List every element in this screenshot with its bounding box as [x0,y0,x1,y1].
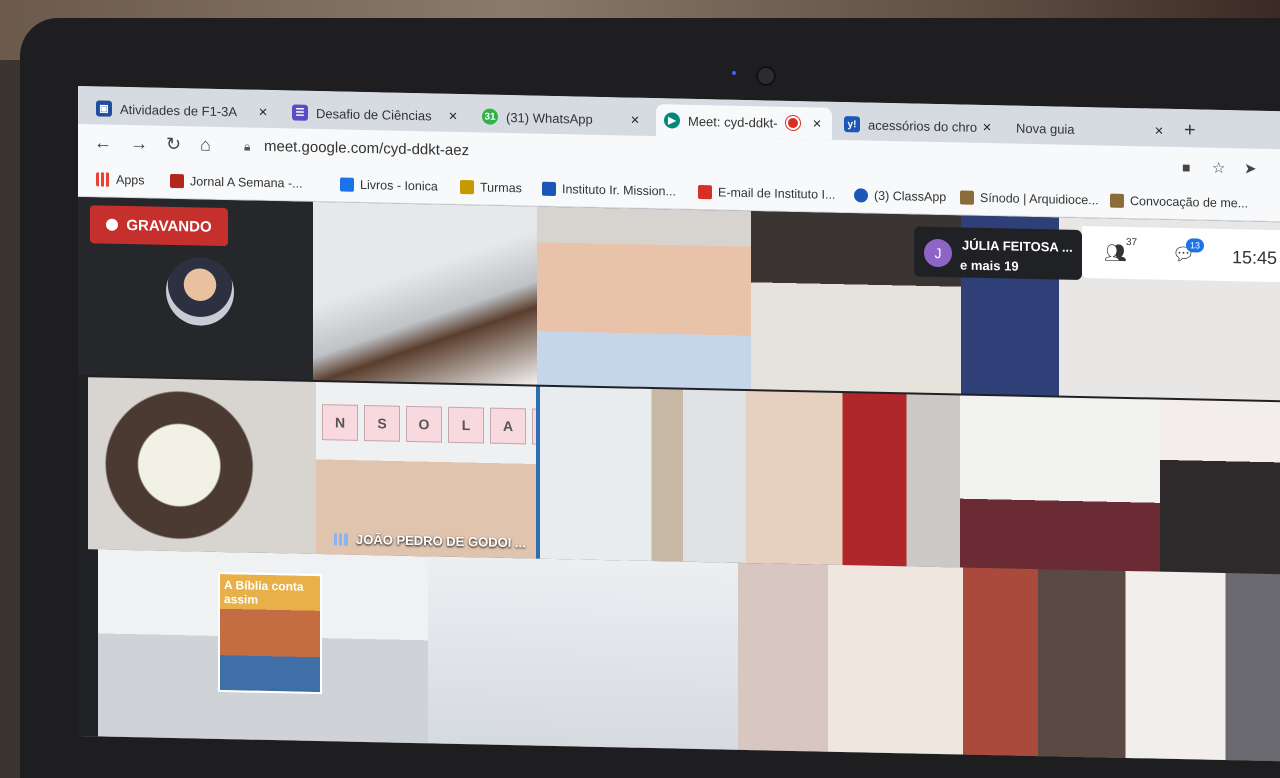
video-tile-desk[interactable] [960,395,1160,572]
meet-icon: ▶ [664,112,680,129]
close-icon[interactable]: × [254,103,272,120]
tab-whatsapp[interactable]: 31 (31) WhatsApp × [474,100,650,136]
classroom-icon [460,180,474,195]
meet-video-grid: GRAVANDO J JÚLIA FEITOSA ... e mais 19 👥… [78,197,1280,762]
reload-icon[interactable]: ↻ [166,134,181,155]
record-dot-icon [106,218,119,231]
tab-atividades[interactable]: ▣ Atividades de F1-3A × [88,92,278,128]
video-tile-self[interactable]: GRAVANDO [78,197,313,380]
video-tile-hearts[interactable] [1160,399,1280,575]
gmail-icon [698,184,712,200]
bookmark-convocacao[interactable]: Convocação de me... [1110,193,1248,211]
camera-indicator-icon[interactable]: ■ [1182,159,1190,175]
classroom-icon: ▣ [96,100,112,117]
video-tile-ceiling[interactable] [428,556,738,762]
lock-icon[interactable]: 🔒︎ [244,139,250,154]
participant-chip[interactable]: J JÚLIA FEITOSA ... e mais 19 [914,226,1082,281]
video-tile-teacher[interactable] [313,201,537,385]
laptop-screen: ▣ Atividades de F1-3A × ☰ Desafio de Ciê… [78,86,1280,762]
bookmark-apps[interactable]: Apps [96,172,145,187]
bookmark-sinodo[interactable]: Sínodo | Arquidioce... [960,190,1099,207]
bookmark-instituto[interactable]: Instituto Ir. Mission... [542,181,676,199]
close-icon[interactable]: × [808,115,826,132]
calendar-icon [542,181,556,197]
bookmark-classapp[interactable]: (3) ClassApp [854,188,946,204]
video-tile-flower[interactable] [88,377,316,554]
forward-icon[interactable]: → [130,133,148,154]
back-icon[interactable]: ← [94,132,112,153]
yahoo-icon: y! [844,116,860,133]
jornal-icon [170,173,184,189]
people-icon[interactable]: 👥︎ [1104,242,1127,263]
audio-level-icon [334,532,348,546]
chat-count-badge: 13 [1186,238,1204,253]
ionica-icon [340,177,354,192]
video-tile-shrine[interactable] [746,390,960,568]
tab-nova-guia[interactable]: Nova guia × [1008,111,1174,146]
bible-book: A Bíblia conta assim [218,571,322,695]
avatar [166,256,234,327]
video-tile-hair[interactable] [536,386,746,563]
extension-icon[interactable]: ➤ [1244,159,1257,177]
letter-banner: N S O L A T [322,404,536,446]
close-icon[interactable]: × [626,111,644,128]
video-tile-curly-hair[interactable] [738,562,1038,762]
bookmark-turmas[interactable]: Turmas [460,180,522,195]
meet-top-bar: 👥︎ 37 💬︎ 13 15:45 [1082,226,1280,283]
bookmark-jornal[interactable]: Jornal A Semana -... [170,173,303,191]
classapp-icon [854,188,868,203]
close-icon[interactable]: × [444,107,462,124]
forms-icon: ☰ [292,104,308,121]
convocacao-icon [1110,193,1124,208]
apps-grid-icon [96,172,110,187]
address-bar[interactable]: meet.google.com/cyd-ddkt-aez [264,138,469,159]
tab-desafio[interactable]: ☰ Desafio de Ciências × [284,96,468,132]
recording-badge: GRAVANDO [90,205,228,247]
video-tile-girl-glasses[interactable] [537,206,751,390]
bookmark-email[interactable]: E-mail de Instituto I... [698,184,835,202]
video-tile-cup[interactable] [1038,569,1280,762]
whatsapp-icon: 31 [482,108,498,125]
close-icon[interactable]: × [1150,122,1168,139]
video-tile-book[interactable]: A Bíblia conta assim [98,549,428,762]
speaker-name-label: JOÃO PEDRO DE GODOI ... [334,531,526,550]
sinodo-icon [960,190,974,205]
bookmark-star-icon[interactable]: ☆ [1212,159,1225,177]
home-icon[interactable]: ⌂ [200,135,211,156]
bookmark-livros[interactable]: Livros - Ionica [340,177,438,194]
camera-led [732,71,736,75]
webcam-icon [756,66,776,86]
new-tab-button[interactable]: + [1184,119,1196,142]
tab-acessorios[interactable]: y! acessórios do chrom × [836,108,1002,143]
clock: 15:45 [1232,247,1278,269]
close-icon[interactable]: × [978,118,996,135]
recording-indicator-icon [786,115,800,131]
tab-meet[interactable]: ▶ Meet: cyd-ddkt- × [656,104,832,140]
video-tile-speaker[interactable]: N S O L A T JOÃO PEDRO DE GODOI ... [316,381,536,559]
